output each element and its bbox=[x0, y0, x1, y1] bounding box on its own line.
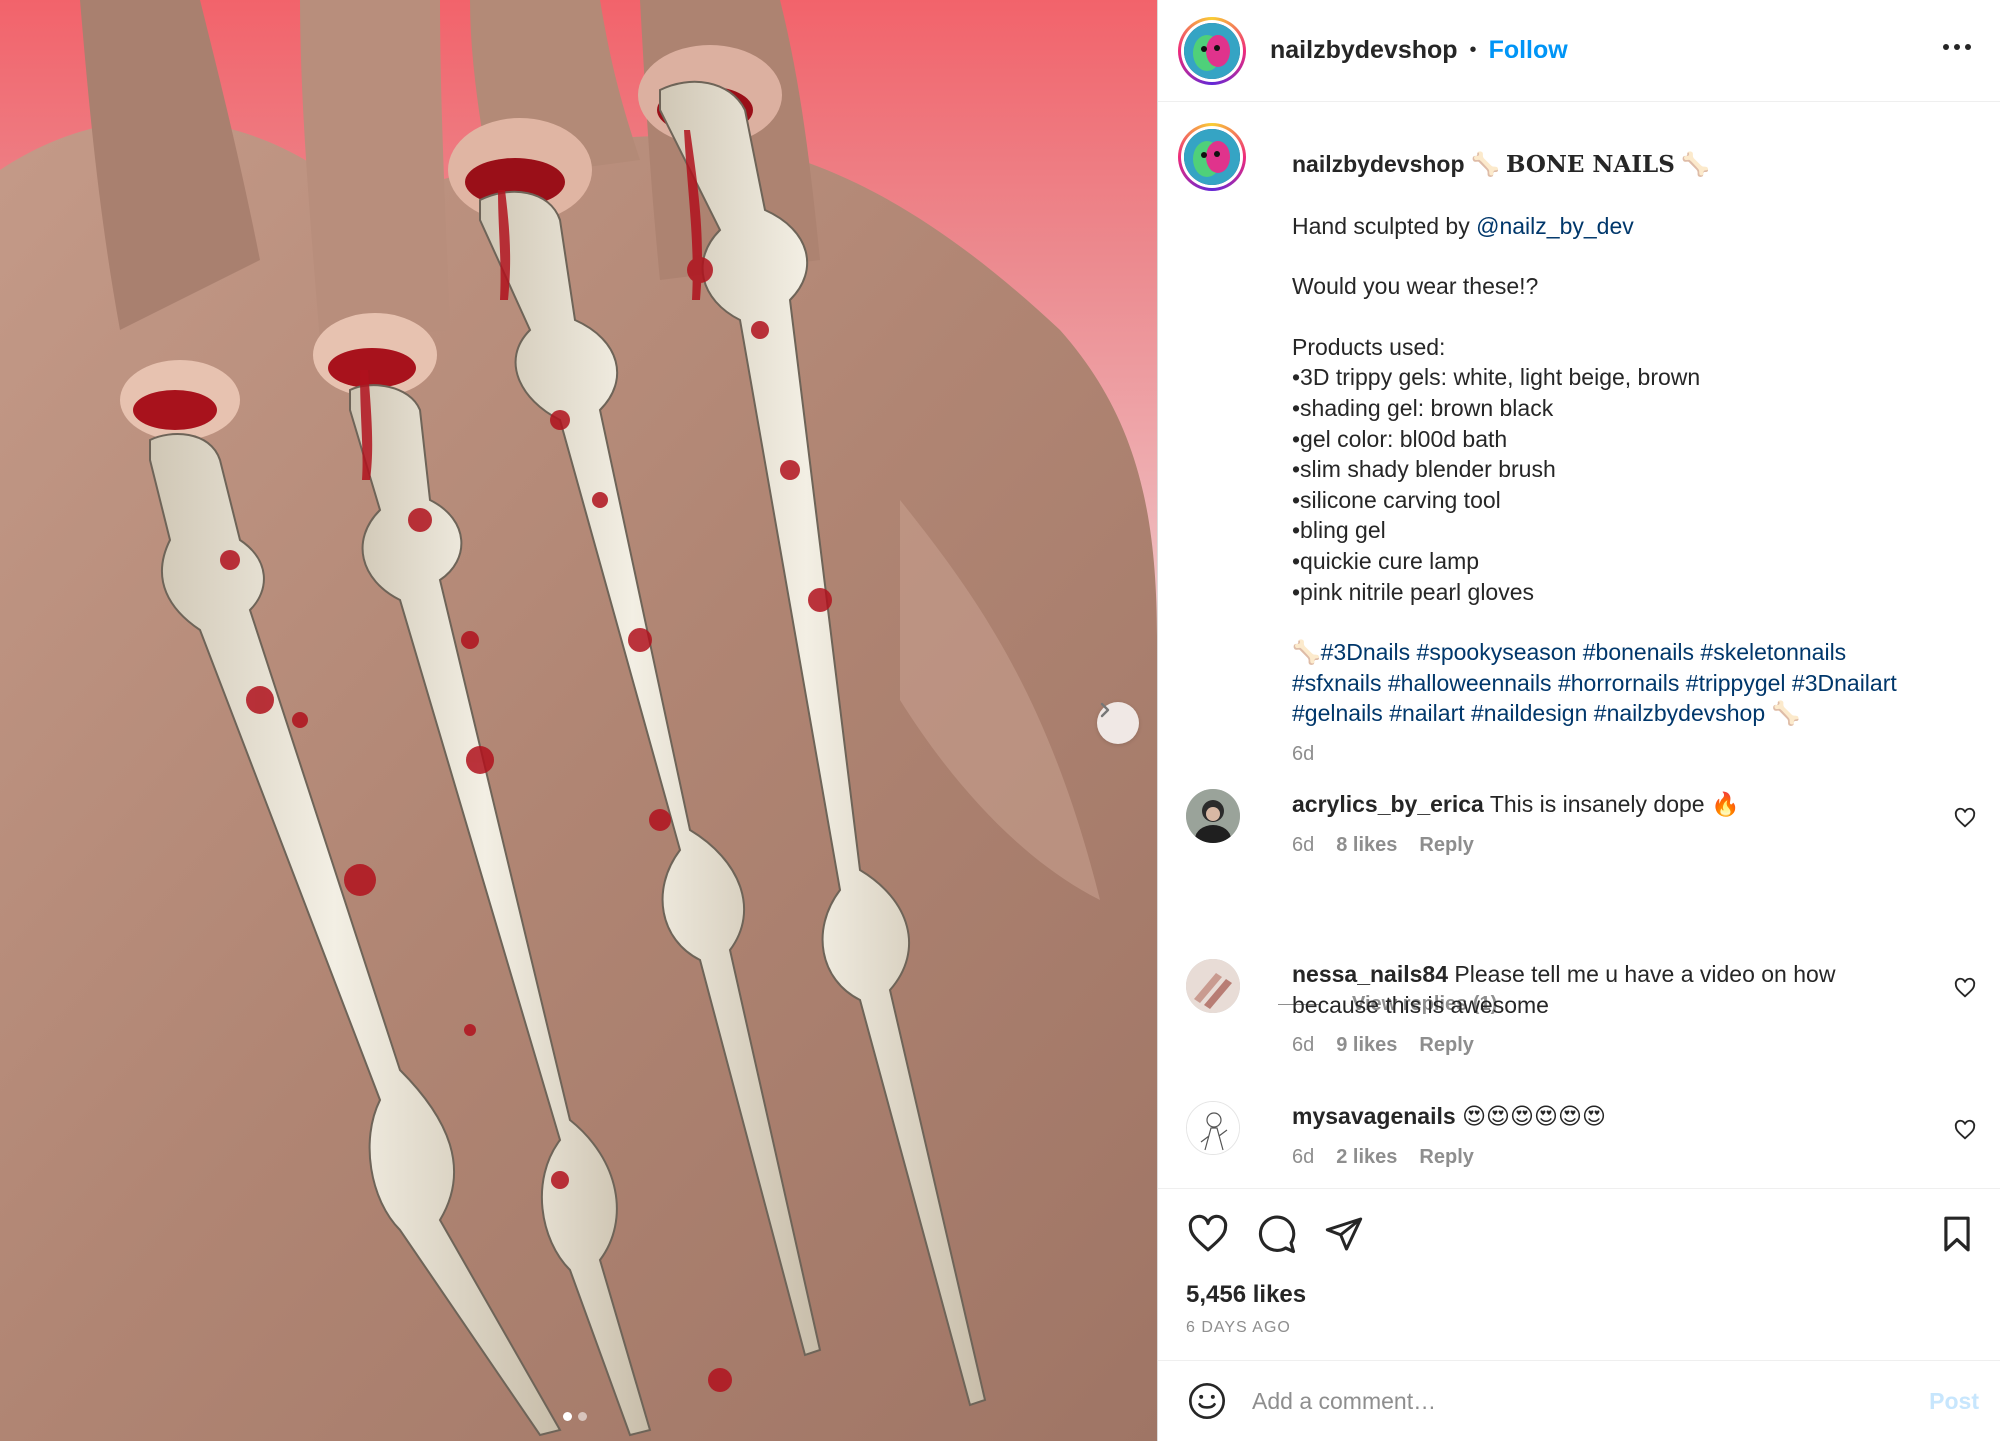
caption-title: BONE NAILS bbox=[1505, 151, 1675, 178]
caption-sculpted-text: Hand sculpted by bbox=[1292, 212, 1477, 239]
product-item: •3D trippy gels: white, light beige, bro… bbox=[1292, 364, 1701, 391]
avatar-photo-icon bbox=[1186, 789, 1240, 843]
bone-emoji: 🦴 bbox=[1771, 700, 1801, 727]
share-button[interactable] bbox=[1322, 1212, 1366, 1256]
product-item: •silicone carving tool bbox=[1292, 486, 1501, 513]
hashtag-link[interactable]: #naildesign bbox=[1471, 700, 1587, 726]
avatar-photo-icon bbox=[1186, 959, 1240, 1013]
comment-input[interactable] bbox=[1252, 1387, 1892, 1415]
post-actions: 5,456 likes 6 DAYS AGO bbox=[1158, 1188, 2000, 1360]
comment-time[interactable]: 6d bbox=[1292, 1030, 1314, 1061]
product-item: •pink nitrile pearl gloves bbox=[1292, 578, 1535, 605]
send-icon bbox=[1325, 1217, 1363, 1251]
caption-username[interactable]: nailzbydevshop bbox=[1292, 151, 1465, 177]
post-header: nailzbydevshop • Follow bbox=[1158, 0, 2000, 102]
hashtag-link[interactable]: #horrornails bbox=[1558, 670, 1679, 696]
comment-text: This is insanely dope 🔥 bbox=[1489, 791, 1740, 817]
commenter-avatar[interactable] bbox=[1186, 1101, 1240, 1155]
emoji-icon bbox=[1189, 1383, 1225, 1419]
emoji-button[interactable] bbox=[1186, 1380, 1228, 1422]
avatar-sketch-icon bbox=[1187, 1102, 1239, 1154]
author-username[interactable]: nailzbydevshop bbox=[1270, 36, 1458, 65]
caption-timestamp[interactable]: 6d bbox=[1292, 739, 1992, 770]
products-heading: Products used: bbox=[1292, 333, 1446, 360]
add-comment-bar: Post bbox=[1158, 1360, 2000, 1441]
comment-likes[interactable]: 9 likes bbox=[1336, 1030, 1397, 1061]
product-item: •slim shady blender brush bbox=[1292, 456, 1556, 483]
hashtag-link[interactable]: #gelnails bbox=[1292, 700, 1383, 726]
post-photo bbox=[0, 0, 1157, 1441]
header-separator: • bbox=[1469, 39, 1477, 61]
hashtag-link[interactable]: #spookyseason bbox=[1417, 639, 1577, 665]
more-options-icon[interactable] bbox=[1937, 38, 1977, 56]
hashtag-link[interactable]: #3Dnails bbox=[1321, 639, 1411, 665]
product-item: •quickie cure lamp bbox=[1292, 547, 1480, 574]
hashtag-link[interactable]: #3Dnailart bbox=[1792, 670, 1897, 696]
comment-username[interactable]: acrylics_by_erica bbox=[1292, 791, 1484, 817]
post-comment-button[interactable]: Post bbox=[1929, 1388, 1979, 1415]
hashtag-link[interactable]: #nailzbydevshop bbox=[1594, 700, 1765, 726]
reply-button[interactable]: Reply bbox=[1419, 830, 1473, 861]
post-date: 6 DAYS AGO bbox=[1186, 1319, 1291, 1336]
commenter-avatar[interactable] bbox=[1186, 789, 1240, 843]
bone-emoji: 🦴 bbox=[1470, 151, 1500, 177]
comment-likes[interactable]: 8 likes bbox=[1336, 830, 1397, 861]
bookmark-icon bbox=[1944, 1216, 1970, 1252]
hashtag-link[interactable]: #nailart bbox=[1389, 700, 1464, 726]
hashtag-link[interactable]: #skeletonnails bbox=[1700, 639, 1846, 665]
reply-button[interactable]: Reply bbox=[1419, 1142, 1473, 1173]
hashtag-link[interactable]: #halloweennails bbox=[1388, 670, 1552, 696]
save-button[interactable] bbox=[1935, 1212, 1979, 1256]
product-item: •shading gel: brown black bbox=[1292, 394, 1554, 421]
hashtags: 🦴#3Dnails #spookyseason #bonenails #skel… bbox=[1292, 637, 1992, 729]
comments-scroll-area[interactable]: nailzbydevshop 🦴 BONE NAILS 🦴 Hand sculp… bbox=[1158, 103, 2000, 1188]
carousel-indicator bbox=[563, 1412, 587, 1421]
bone-emoji: 🦴 bbox=[1681, 151, 1710, 177]
author-avatar[interactable] bbox=[1178, 16, 1246, 85]
carousel-dot-active bbox=[563, 1412, 572, 1421]
comment-time[interactable]: 6d bbox=[1292, 830, 1314, 861]
reply-button[interactable]: Reply bbox=[1419, 1030, 1473, 1061]
comment-username[interactable]: nessa_nails84 bbox=[1292, 961, 1448, 987]
chevron-right-icon bbox=[1100, 702, 1110, 718]
carousel-dot bbox=[578, 1412, 587, 1421]
like-comment-icon[interactable] bbox=[1954, 1119, 1976, 1141]
hashtag-link[interactable]: #trippygel bbox=[1686, 670, 1786, 696]
caption-text: nailzbydevshop 🦴 BONE NAILS 🦴 Hand sculp… bbox=[1292, 149, 1992, 770]
comment-time[interactable]: 6d bbox=[1292, 1142, 1314, 1173]
like-comment-icon[interactable] bbox=[1954, 807, 1976, 829]
caption-author-avatar[interactable] bbox=[1178, 123, 1246, 191]
products-list: •3D trippy gels: white, light beige, bro… bbox=[1292, 362, 1992, 607]
like-comment-icon[interactable] bbox=[1954, 977, 1976, 999]
bone-emoji: 🦴 bbox=[1292, 639, 1321, 666]
avatar-art-icon bbox=[1184, 22, 1240, 79]
post-sidebar: nailzbydevshop • Follow nailzbydevshop 🦴… bbox=[1157, 0, 2000, 1441]
comment-button[interactable] bbox=[1254, 1212, 1298, 1256]
commenter-avatar[interactable] bbox=[1186, 959, 1240, 1013]
caption-question: Would you wear these!? bbox=[1292, 273, 1539, 300]
product-item: •bling gel bbox=[1292, 517, 1386, 544]
follow-button[interactable]: Follow bbox=[1489, 36, 1568, 65]
heart-icon bbox=[1188, 1214, 1228, 1252]
mention-link[interactable]: @nailz_by_dev bbox=[1476, 213, 1634, 239]
post-media[interactable] bbox=[0, 0, 1157, 1441]
product-item: •gel color: bl00d bath bbox=[1292, 425, 1508, 452]
carousel-next-button[interactable] bbox=[1097, 702, 1139, 744]
comment-username[interactable]: mysavagenails bbox=[1292, 1103, 1456, 1129]
avatar-art-icon bbox=[1184, 129, 1240, 185]
likes-count[interactable]: 5,456 likes bbox=[1186, 1281, 1306, 1309]
like-button[interactable] bbox=[1186, 1212, 1230, 1256]
hashtag-link[interactable]: #bonenails bbox=[1583, 639, 1694, 665]
comment-likes[interactable]: 2 likes bbox=[1336, 1142, 1397, 1173]
hashtag-link[interactable]: #sfxnails bbox=[1292, 670, 1381, 696]
comment-icon bbox=[1258, 1215, 1296, 1254]
comment-text: 😍😍😍😍😍😍 bbox=[1462, 1103, 1606, 1129]
